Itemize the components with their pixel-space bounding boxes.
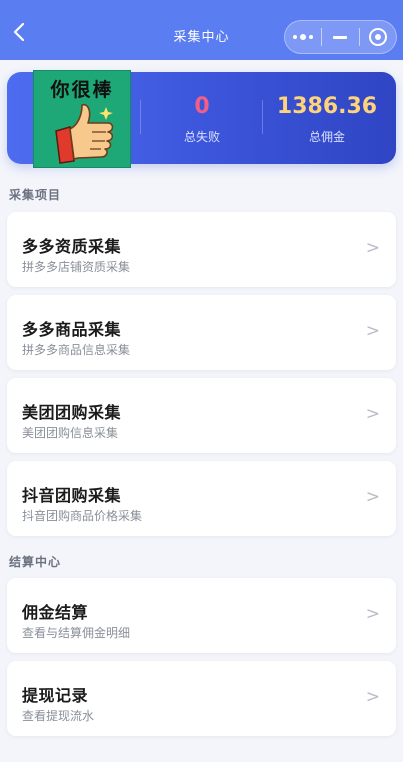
commission-total-label: 总佣金 <box>308 130 345 144</box>
list-item-pdd-qualification[interactable]: 多多资质采集 拼多多店铺资质采集 > <box>7 212 396 287</box>
navigation-bar: 采集中心 <box>0 0 403 60</box>
chevron-right-icon: > <box>365 404 380 424</box>
list-item-title: 提现记录 <box>22 686 89 705</box>
stats-divider <box>262 100 263 134</box>
close-target-icon[interactable] <box>360 21 396 53</box>
list-item-subtitle: 拼多多商品信息采集 <box>22 343 131 357</box>
stats-divider <box>140 100 141 134</box>
section-title-settlement: 结算中心 <box>9 555 62 569</box>
list-item-commission-settlement[interactable]: 佣金结算 查看与结算佣金明细 > <box>7 578 396 653</box>
thumbs-up-icon <box>55 103 114 164</box>
chevron-right-icon: > <box>365 604 380 624</box>
list-item-title: 多多资质采集 <box>22 237 122 256</box>
chevron-right-icon: > <box>365 687 380 707</box>
list-item-title: 抖音团购采集 <box>22 486 122 505</box>
list-item-douyin-groupbuy[interactable]: 抖音团购采集 抖音团购商品价格采集 > <box>7 461 396 536</box>
list-item-subtitle: 拼多多店铺资质采集 <box>22 260 131 274</box>
sticker-text: 你很棒 <box>50 79 114 101</box>
list-item-title: 佣金结算 <box>22 603 89 622</box>
more-dots-icon[interactable] <box>285 21 321 53</box>
chevron-right-icon: > <box>365 487 380 507</box>
commission-total-value: 1386.36 <box>276 94 378 119</box>
minimize-icon[interactable] <box>322 21 358 53</box>
list-item-meituan-groupbuy[interactable]: 美团团购采集 美团团购信息采集 > <box>7 378 396 453</box>
list-item-subtitle: 查看与结算佣金明细 <box>22 626 131 640</box>
list-item-subtitle: 抖音团购商品价格采集 <box>22 509 143 523</box>
section-title-collection: 采集项目 <box>9 188 62 202</box>
failed-count-value: 0 <box>194 94 210 119</box>
list-item-subtitle: 美团团购信息采集 <box>22 426 119 440</box>
avatar-sticker: 你很棒 <box>33 70 131 168</box>
failed-count-label: 总失败 <box>183 130 220 144</box>
list-item-title: 美团团购采集 <box>22 403 122 422</box>
list-item-pdd-products[interactable]: 多多商品采集 拼多多商品信息采集 > <box>7 295 396 370</box>
list-item-withdrawal-records[interactable]: 提现记录 查看提现流水 > <box>7 661 396 736</box>
chevron-right-icon: > <box>365 238 380 258</box>
list-item-subtitle: 查看提现流水 <box>22 709 95 723</box>
chevron-right-icon: > <box>365 321 380 341</box>
mini-program-capsule <box>284 20 397 54</box>
list-item-title: 多多商品采集 <box>22 320 122 339</box>
